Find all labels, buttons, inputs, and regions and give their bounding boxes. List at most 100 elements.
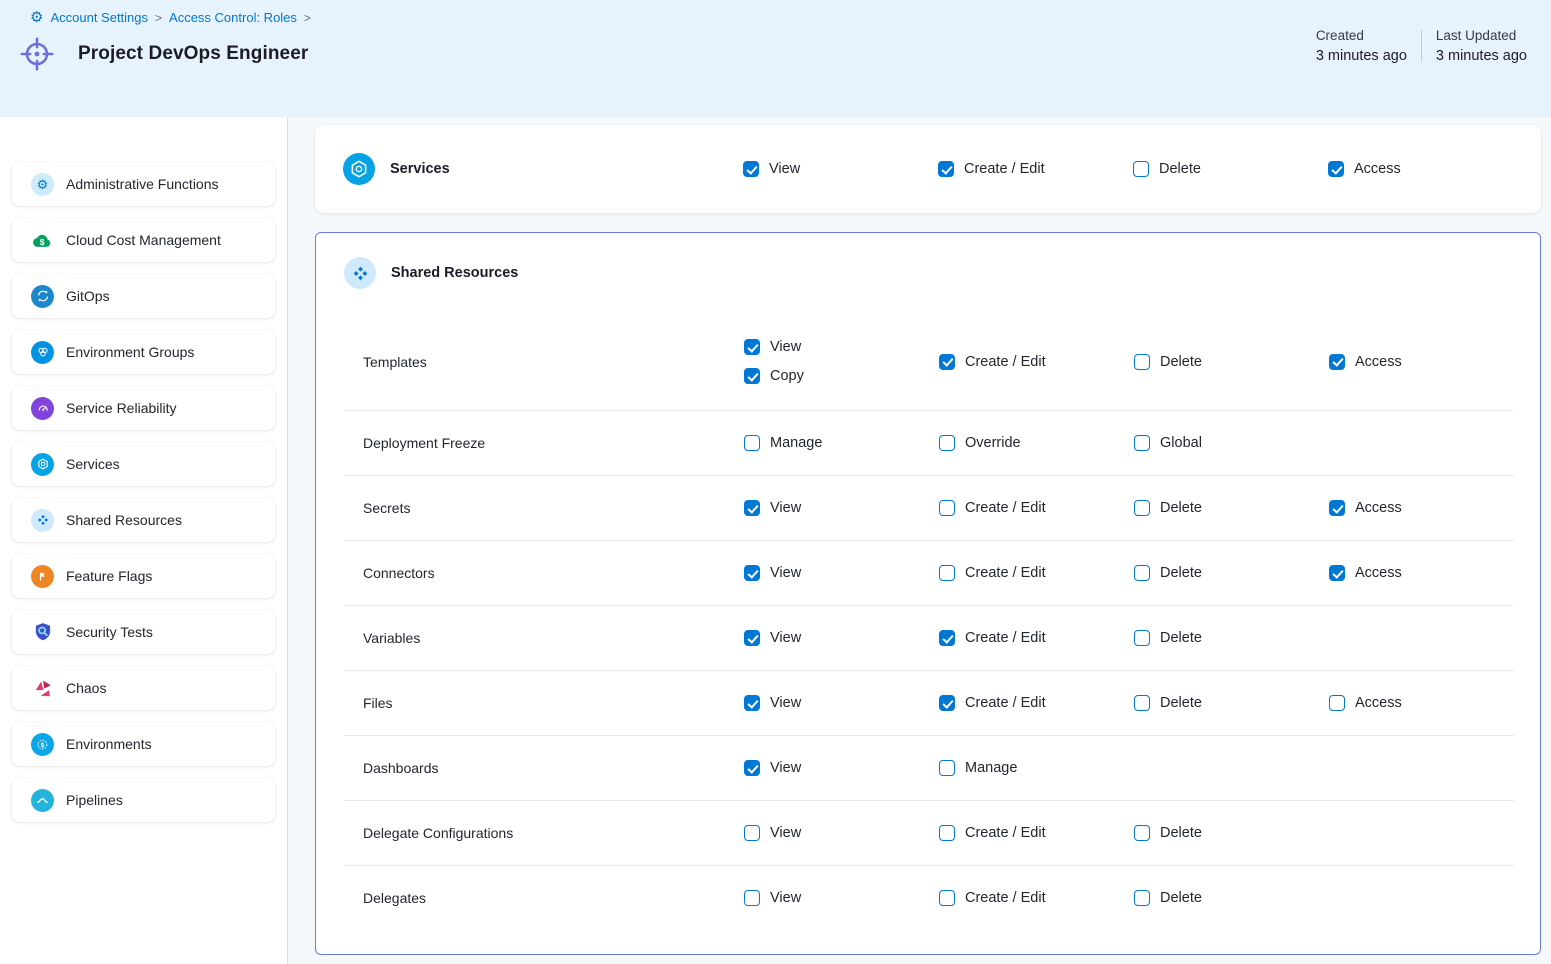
connectors-view-checkbox[interactable]: View — [744, 565, 939, 581]
sidebar-item-pipelines[interactable]: Pipelines — [12, 778, 275, 822]
unchecked-checkbox-icon[interactable] — [1134, 500, 1150, 516]
permission-row-label: Deployment Freeze — [344, 435, 744, 451]
unchecked-checkbox-icon[interactable] — [1134, 825, 1150, 841]
delegate-configurations-delete-checkbox[interactable]: Delete — [1134, 825, 1329, 841]
permission-cell: View — [744, 825, 939, 841]
permission-cell: Access — [1329, 354, 1514, 370]
templates-create-edit-checkbox[interactable]: Create / Edit — [939, 354, 1134, 370]
variables-create-edit-checkbox[interactable]: Create / Edit — [939, 630, 1134, 646]
sidebar-item-environment-groups[interactable]: Environment Groups — [12, 330, 275, 374]
sidebar-item-security-tests[interactable]: Security Tests — [12, 610, 275, 654]
files-view-checkbox[interactable]: View — [744, 695, 939, 711]
services-delete-checkbox[interactable]: Delete — [1133, 161, 1328, 177]
app-root: ⚙ Account Settings > Access Control: Rol… — [0, 0, 1551, 964]
permission-cell: View Copy — [744, 339, 939, 384]
templates-copy-checkbox[interactable]: Copy — [744, 368, 939, 384]
checked-checkbox-icon[interactable] — [939, 354, 955, 370]
deployment-freeze-manage-checkbox[interactable]: Manage — [744, 435, 939, 451]
services-view-checkbox[interactable]: View — [743, 161, 938, 177]
secrets-view-checkbox[interactable]: View — [744, 500, 939, 516]
variables-view-checkbox[interactable]: View — [744, 630, 939, 646]
sidebar-item-label: Pipelines — [66, 792, 123, 808]
unchecked-checkbox-icon[interactable] — [939, 500, 955, 516]
unchecked-checkbox-icon[interactable] — [1134, 890, 1150, 906]
security-tests-icon — [31, 621, 54, 644]
services-access-checkbox[interactable]: Access — [1328, 161, 1513, 177]
checked-checkbox-icon[interactable] — [1329, 500, 1345, 516]
sidebar-item-feature-flags[interactable]: Feature Flags — [12, 554, 275, 598]
secrets-delete-checkbox[interactable]: Delete — [1134, 500, 1329, 516]
unchecked-checkbox-icon[interactable] — [1329, 695, 1345, 711]
checked-checkbox-icon[interactable] — [744, 760, 760, 776]
delegates-view-checkbox[interactable]: View — [744, 890, 939, 906]
sidebar-item-shared-resources[interactable]: Shared Resources — [12, 498, 275, 542]
checked-checkbox-icon[interactable] — [743, 161, 759, 177]
deployment-freeze-global-checkbox[interactable]: Global — [1134, 435, 1329, 451]
files-create-edit-checkbox[interactable]: Create / Edit — [939, 695, 1134, 711]
feature-flags-icon — [31, 565, 54, 588]
checked-checkbox-icon[interactable] — [744, 500, 760, 516]
templates-access-checkbox[interactable]: Access — [1329, 354, 1514, 370]
connectors-create-edit-checkbox[interactable]: Create / Edit — [939, 565, 1134, 581]
connectors-delete-checkbox[interactable]: Delete — [1134, 565, 1329, 581]
unchecked-checkbox-icon[interactable] — [939, 890, 955, 906]
connectors-access-checkbox[interactable]: Access — [1329, 565, 1514, 581]
unchecked-checkbox-icon[interactable] — [744, 825, 760, 841]
unchecked-checkbox-icon[interactable] — [1134, 565, 1150, 581]
unchecked-checkbox-icon[interactable] — [744, 890, 760, 906]
unchecked-checkbox-icon[interactable] — [1134, 630, 1150, 646]
checked-checkbox-icon[interactable] — [1329, 565, 1345, 581]
role-target-icon — [16, 33, 58, 75]
unchecked-checkbox-icon[interactable] — [939, 825, 955, 841]
last-updated-value: 3 minutes ago — [1436, 48, 1527, 64]
sidebar-item-service-reliability[interactable]: Service Reliability — [12, 386, 275, 430]
checkbox-label: Create / Edit — [965, 630, 1046, 646]
unchecked-checkbox-icon[interactable] — [744, 435, 760, 451]
checked-checkbox-icon[interactable] — [744, 565, 760, 581]
templates-delete-checkbox[interactable]: Delete — [1134, 354, 1329, 370]
secrets-access-checkbox[interactable]: Access — [1329, 500, 1514, 516]
deployment-freeze-override-checkbox[interactable]: Override — [939, 435, 1134, 451]
sidebar-item-administrative-functions[interactable]: ⚙Administrative Functions — [12, 162, 275, 206]
pipelines-icon — [31, 789, 54, 812]
checked-checkbox-icon[interactable] — [744, 368, 760, 384]
secrets-create-edit-checkbox[interactable]: Create / Edit — [939, 500, 1134, 516]
unchecked-checkbox-icon[interactable] — [1134, 435, 1150, 451]
checked-checkbox-icon[interactable] — [1328, 161, 1344, 177]
checked-checkbox-icon[interactable] — [1329, 354, 1345, 370]
variables-delete-checkbox[interactable]: Delete — [1134, 630, 1329, 646]
files-delete-checkbox[interactable]: Delete — [1134, 695, 1329, 711]
dashboards-manage-checkbox[interactable]: Manage — [939, 760, 1134, 776]
dashboards-view-checkbox[interactable]: View — [744, 760, 939, 776]
breadcrumb-account-settings[interactable]: Account Settings — [50, 10, 148, 25]
checked-checkbox-icon[interactable] — [938, 161, 954, 177]
unchecked-checkbox-icon[interactable] — [1134, 354, 1150, 370]
unchecked-checkbox-icon[interactable] — [939, 435, 955, 451]
breadcrumb-access-control-roles[interactable]: Access Control: Roles — [169, 10, 297, 25]
delegate-configurations-create-edit-checkbox[interactable]: Create / Edit — [939, 825, 1134, 841]
checked-checkbox-icon[interactable] — [744, 695, 760, 711]
sidebar-item-chaos[interactable]: Chaos — [12, 666, 275, 710]
unchecked-checkbox-icon[interactable] — [1133, 161, 1149, 177]
delegates-create-edit-checkbox[interactable]: Create / Edit — [939, 890, 1134, 906]
checked-checkbox-icon[interactable] — [939, 630, 955, 646]
permission-row-label: Variables — [344, 630, 744, 646]
unchecked-checkbox-icon[interactable] — [939, 565, 955, 581]
sidebar-item-environments[interactable]: $Environments — [12, 722, 275, 766]
delegates-delete-checkbox[interactable]: Delete — [1134, 890, 1329, 906]
files-access-checkbox[interactable]: Access — [1329, 695, 1514, 711]
sidebar-item-gitops[interactable]: GitOps — [12, 274, 275, 318]
checked-checkbox-icon[interactable] — [744, 339, 760, 355]
services-create-edit-checkbox[interactable]: Create / Edit — [938, 161, 1133, 177]
created-value: 3 minutes ago — [1316, 48, 1407, 64]
checked-checkbox-icon[interactable] — [939, 695, 955, 711]
unchecked-checkbox-icon[interactable] — [939, 760, 955, 776]
sidebar-item-cloud-cost-management[interactable]: $Cloud Cost Management — [12, 218, 275, 262]
permission-cell: Create / Edit — [939, 565, 1134, 581]
delegate-configurations-view-checkbox[interactable]: View — [744, 825, 939, 841]
checked-checkbox-icon[interactable] — [744, 630, 760, 646]
templates-view-checkbox[interactable]: View — [744, 339, 939, 355]
sidebar-item-services[interactable]: Services — [12, 442, 275, 486]
unchecked-checkbox-icon[interactable] — [1134, 695, 1150, 711]
checkbox-label: View — [770, 500, 801, 516]
